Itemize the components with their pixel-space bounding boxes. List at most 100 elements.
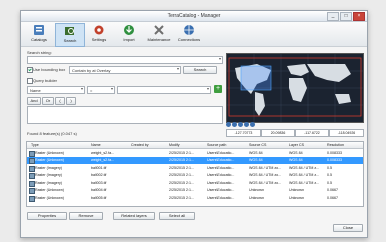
- chevron-down-icon: [207, 88, 209, 90]
- found-count: Found 8 feature(s) (0.047 s): [27, 131, 77, 136]
- toolbar-import[interactable]: Import: [115, 23, 143, 45]
- catalogs-icon: [34, 25, 44, 35]
- table-cell: WGS 84 / UTM zo...: [249, 165, 282, 170]
- table-cell: ball002.tif: [91, 173, 107, 177]
- toolbar-connections[interactable]: Connections: [175, 23, 203, 45]
- table-cell: Raster (Imagery): [35, 180, 62, 185]
- zoom-out-icon[interactable]: [232, 122, 237, 127]
- connections-icon: [184, 25, 194, 35]
- qb-operator-select[interactable]: =: [87, 86, 115, 94]
- search-button[interactable]: Search: [183, 66, 217, 74]
- coord-min-y[interactable]: 20.09836: [261, 129, 295, 137]
- coord-max-y[interactable]: -118.04926: [329, 129, 364, 137]
- col-resolution[interactable]: Resolution: [327, 142, 361, 148]
- table-row[interactable]: Raster (Unknown) ball005.tif 2/25/2015 2:1…: [27, 194, 363, 202]
- table-cell: ball003.tif: [91, 180, 107, 185]
- zoom-in-icon[interactable]: [226, 122, 231, 127]
- toolbar-search[interactable]: Search: [55, 23, 85, 47]
- qb-or-button[interactable]: Or: [42, 97, 54, 105]
- table-cell: Unknown: [249, 188, 264, 192]
- table-header: Type Name Created by Modify Source path …: [27, 142, 363, 149]
- chevron-down-icon: [177, 68, 179, 70]
- col-layer-cs[interactable]: Layer CS: [289, 142, 325, 148]
- table-cell: Unknown: [289, 195, 304, 200]
- remove-button[interactable]: Remove: [69, 212, 103, 220]
- table-cell: Users\Educatio...: [207, 173, 235, 177]
- table-cell: Raster (Unknown): [35, 158, 64, 162]
- table-cell: Unknown: [289, 188, 304, 192]
- table-cell: WGS 84: [249, 150, 263, 155]
- table-row[interactable]: Raster (Imagery) ball001.tif 2/25/2015 2:1…: [27, 164, 363, 172]
- properties-label: Properties: [37, 213, 57, 218]
- world-map: [227, 54, 363, 122]
- table-cell: WGS 84 / UTM zo...: [249, 173, 282, 177]
- table-cell: 2/25/2015 2:1...: [169, 195, 194, 200]
- col-modify[interactable]: Modify: [169, 142, 199, 148]
- coord-max-x[interactable]: -117.6722: [295, 129, 329, 137]
- table-cell: 0.5: [327, 165, 332, 170]
- terracatalog-manager-window: TerraCatalog - Manager _ □ × Catalogs Sear…: [20, 10, 368, 238]
- col-type[interactable]: Type: [31, 142, 71, 148]
- minimize-button[interactable]: _: [327, 12, 339, 21]
- table-cell: 0.0667: [327, 188, 338, 192]
- toolbar-settings[interactable]: Settings: [85, 23, 113, 45]
- table-cell: weight_s2.fa...: [91, 158, 115, 162]
- search-icon: [65, 27, 74, 35]
- full-extent-icon[interactable]: [244, 122, 249, 127]
- toolbar-catalogs[interactable]: Catalogs: [25, 23, 53, 45]
- qb-close-paren-button[interactable]: ): [66, 97, 76, 105]
- qb-value-input[interactable]: [117, 86, 211, 94]
- qb-open-paren-button[interactable]: (: [55, 97, 65, 105]
- qb-and-button[interactable]: And: [27, 97, 41, 105]
- close-label: Close: [342, 225, 354, 230]
- col-name[interactable]: Name: [91, 142, 127, 148]
- table-row[interactable]: Raster (Imagery) ball002.tif 2/25/2015 2:1…: [27, 172, 363, 179]
- toolbar-search-label: Search: [63, 38, 77, 43]
- toolbar-maintenance[interactable]: Maintenance: [145, 23, 173, 45]
- close-window-button[interactable]: ×: [353, 12, 365, 21]
- table-row[interactable]: Raster (Unknown) weight_s2.fa... 2/25/2015…: [27, 149, 363, 157]
- toolbar-connections-label: Connections: [177, 37, 201, 42]
- qb-add-icon[interactable]: +: [214, 85, 222, 93]
- map-view[interactable]: [226, 53, 364, 123]
- col-source-cs[interactable]: Source CS: [249, 142, 285, 148]
- qb-open-paren-label: (: [59, 98, 61, 103]
- table-cell: WGS 84: [289, 158, 303, 162]
- settings-icon: [94, 25, 104, 35]
- table-cell: Users\Educatio...: [207, 165, 235, 170]
- qb-close-paren-label: ): [70, 98, 72, 103]
- table-row[interactable]: Raster (Unknown) ball004.tif 2/25/2015 2:1…: [27, 187, 363, 194]
- select-all-button[interactable]: Select all: [159, 212, 195, 220]
- table-cell: Users\Educatio...: [207, 180, 235, 185]
- table-cell: 0.008333: [327, 150, 342, 155]
- toolbar-settings-label: Settings: [91, 37, 107, 42]
- table-row[interactable]: Raster (Unknown) weight_s2.fa... 2/25/2015…: [27, 156, 363, 164]
- qb-and-label: And: [30, 98, 38, 103]
- map-controls: [226, 122, 362, 128]
- pan-icon[interactable]: [238, 122, 243, 127]
- close-button[interactable]: Close: [333, 224, 363, 232]
- table-row[interactable]: Raster (Imagery) ball003.tif 2/25/2015 2:1…: [27, 179, 363, 187]
- query-text-area[interactable]: [27, 106, 223, 124]
- related-layers-button[interactable]: Related layers: [113, 212, 155, 220]
- select-extent-icon[interactable]: [250, 122, 255, 127]
- use-bounding-box-label: Use bounding box: [33, 67, 66, 72]
- col-source-path[interactable]: Source path: [207, 142, 245, 148]
- table-cell: Raster (Imagery): [35, 173, 62, 177]
- table-cell: Users\Educatio...: [207, 158, 235, 162]
- coord-min-x[interactable]: -127.70773: [226, 129, 261, 137]
- table-cell: WGS 84 / UTM z...: [289, 165, 320, 170]
- qb-field-select[interactable]: Name: [27, 86, 85, 94]
- table-cell: 0.5: [327, 173, 332, 177]
- bbox-mode-select[interactable]: Contain by at Overlay: [69, 66, 181, 74]
- toolbar-import-label: Import: [123, 37, 135, 42]
- qb-field-value: Name: [30, 87, 41, 93]
- title-bar[interactable]: TerraCatalog - Manager _ □ ×: [21, 11, 367, 22]
- col-created-by[interactable]: Created by: [131, 142, 161, 148]
- import-icon: [124, 25, 134, 35]
- table-cell: WGS 84 / UTM z...: [289, 173, 320, 177]
- table-cell: ball004.tif: [91, 188, 107, 192]
- maximize-button[interactable]: □: [340, 12, 352, 21]
- properties-button[interactable]: Properties: [27, 212, 67, 220]
- search-string-input[interactable]: [27, 56, 223, 64]
